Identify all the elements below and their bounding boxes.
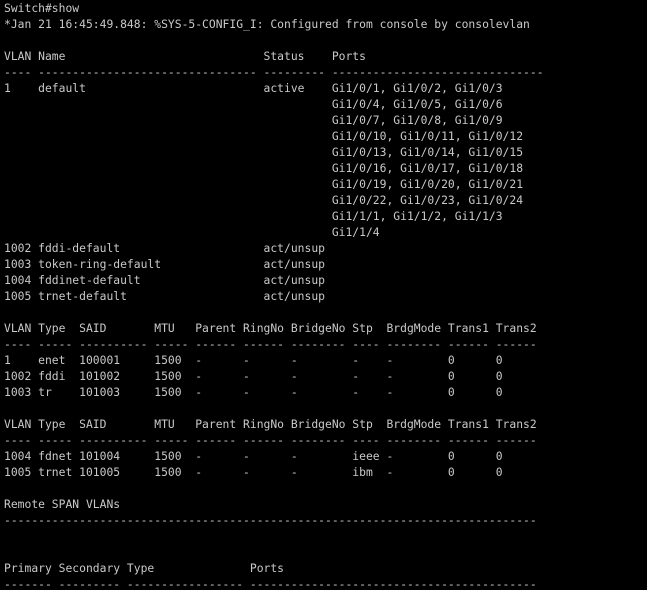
console-line: Gi1/0/10, Gi1/0/11, Gi1/0/12 [4,129,524,143]
console-line: 1003 token-ring-default act/unsup [4,257,325,271]
console-output: Switch#show *Jan 21 16:45:49.848: %SYS-5-… [0,0,647,590]
console-line: VLAN Type SAID MTU Parent RingNo BridgeN… [4,417,537,431]
console-line: Gi1/0/13, Gi1/0/14, Gi1/0/15 [4,145,524,159]
console-line: 1003 tr 101003 1500 - - - - - 0 0 [4,385,503,399]
console-line: Gi1/0/7, Gi1/0/8, Gi1/0/9 [4,113,503,127]
console-line: Primary Secondary Type Ports [4,561,285,575]
console-line: VLAN Name Status Ports [4,49,366,63]
console-line: Gi1/0/4, Gi1/0/5, Gi1/0/6 [4,97,503,111]
console-line: 1005 trnet-default act/unsup [4,289,325,303]
console-line: Gi1/0/19, Gi1/0/20, Gi1/0/21 [4,177,524,191]
console-line: Gi1/0/22, Gi1/0/23, Gi1/0/24 [4,193,524,207]
console-line: 1004 fdnet 101004 1500 - - - ieee - 0 0 [4,449,503,463]
console-line: 1005 trnet 101005 1500 - - - ibm - 0 0 [4,465,503,479]
console-line: Gi1/0/16, Gi1/0/17, Gi1/0/18 [4,161,524,175]
console-line: 1 default active Gi1/0/1, Gi1/0/2, Gi1/0… [4,81,503,95]
console-line: ---- ----- ---------- ----- ------ -----… [4,433,537,447]
console-line: Gi1/1/4 [4,225,380,239]
console-line: ---- ----- ---------- ----- ------ -----… [4,337,537,351]
console-line: Switch#show [4,1,80,15]
console-line: *Jan 21 16:45:49.848: %SYS-5-CONFIG_I: C… [4,17,530,31]
console-line: 1004 fddinet-default act/unsup [4,273,325,287]
console-line: 1002 fddi 101002 1500 - - - - - 0 0 [4,369,503,383]
terminal-window[interactable]: Switch#show *Jan 21 16:45:49.848: %SYS-5-… [0,0,647,590]
console-line: ------- --------- ----------------- ----… [4,577,537,590]
console-line: ----------------------------------------… [4,513,537,527]
console-line: 1002 fddi-default act/unsup [4,241,325,255]
console-line: Gi1/1/1, Gi1/1/2, Gi1/1/3 [4,209,503,223]
console-line: ---- -------------------------------- --… [4,65,544,79]
console-line: 1 enet 100001 1500 - - - - - 0 0 [4,353,503,367]
console-line: Remote SPAN VLANs [4,497,121,511]
console-line: VLAN Type SAID MTU Parent RingNo BridgeN… [4,321,537,335]
